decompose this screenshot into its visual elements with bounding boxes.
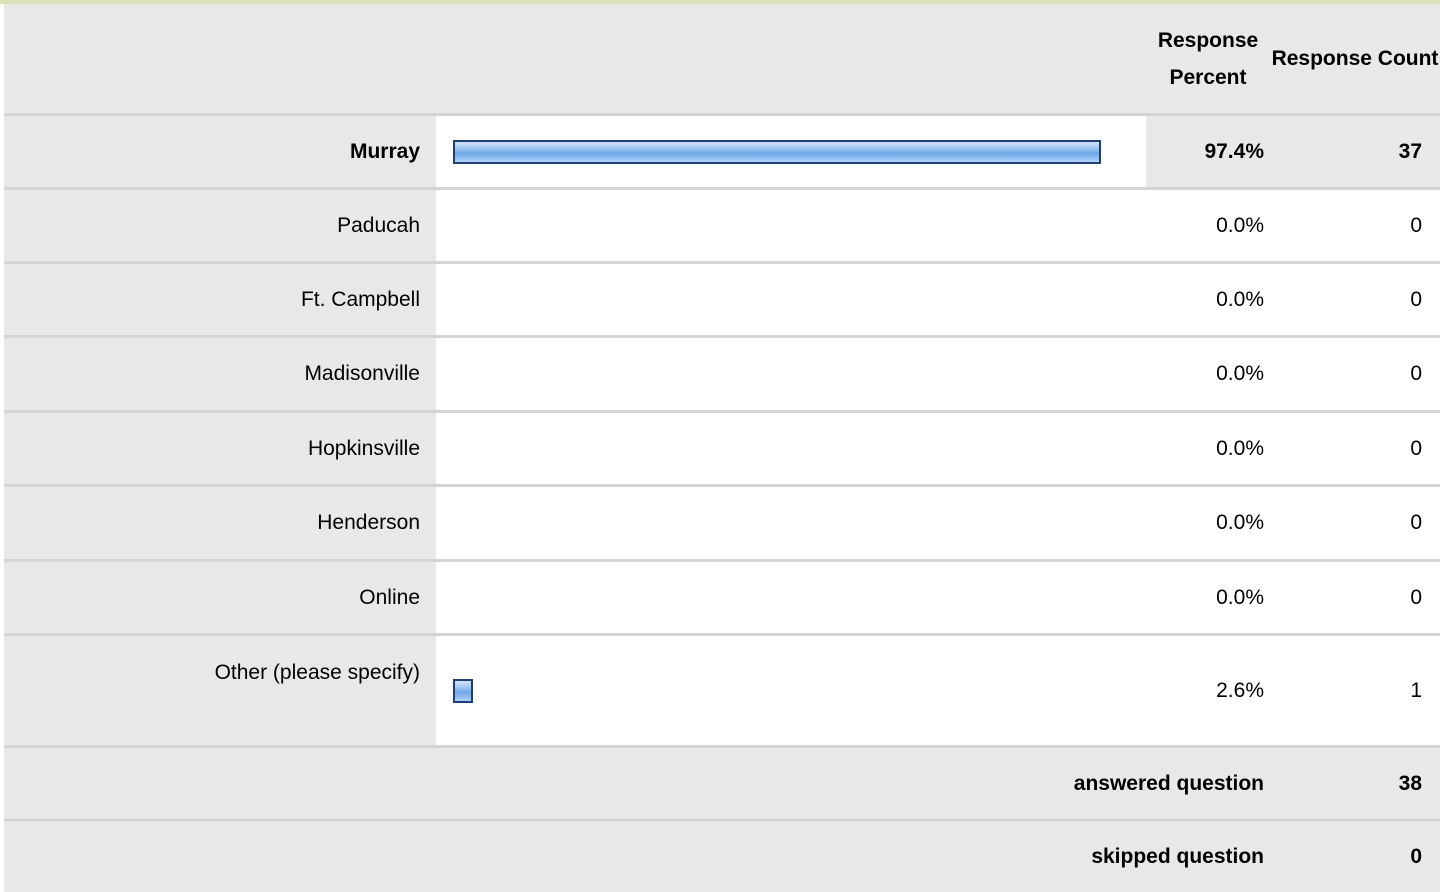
response-bar — [453, 139, 1101, 164]
answered-question-count: 38 — [1398, 771, 1422, 795]
bar-cell — [436, 487, 1146, 559]
table-row: Murray 97.4% 37 — [4, 116, 1440, 187]
row-count: 0 — [1270, 562, 1440, 633]
bar-cell — [436, 264, 1146, 335]
skipped-row: skipped question 0 — [4, 821, 1440, 892]
table-row: Henderson 0.0% 0 — [4, 487, 1440, 559]
row-count: 0 — [1270, 264, 1440, 335]
row-percent: 2.6% — [1146, 636, 1270, 745]
row-percent: 0.0% — [1146, 413, 1270, 484]
row-label: Ft. Campbell — [4, 264, 436, 335]
skipped-question-label: skipped question — [1091, 844, 1264, 868]
header-row: Response Percent Response Count — [4, 4, 1440, 113]
bar-cell — [436, 116, 1146, 187]
answered-question-label: answered question — [1073, 771, 1264, 795]
row-label: Paducah — [4, 190, 436, 261]
table-row: Online 0.0% 0 — [4, 562, 1440, 633]
row-label: Henderson — [4, 487, 436, 559]
table-row: Paducah 0.0% 0 — [4, 190, 1440, 261]
response-bar — [453, 678, 473, 703]
answered-row: answered question 38 — [4, 748, 1440, 819]
row-percent: 0.0% — [1146, 264, 1270, 335]
row-count: 1 — [1270, 636, 1440, 745]
header-response-count: Response Count — [1271, 47, 1439, 70]
row-percent: 0.0% — [1146, 338, 1270, 410]
row-percent: 0.0% — [1146, 190, 1270, 261]
table-row: Other (please specify) 2.6% 1 — [4, 636, 1440, 745]
table-row: Madisonville 0.0% 0 — [4, 338, 1440, 410]
row-percent: 0.0% — [1146, 487, 1270, 559]
table-row: Ft. Campbell 0.0% 0 — [4, 264, 1440, 335]
bar-cell — [436, 190, 1146, 261]
row-label: Madisonville — [4, 338, 436, 410]
row-label: Online — [4, 562, 436, 633]
results-table: Response Percent Response Count Murray 9… — [4, 4, 1440, 892]
bar-cell — [436, 636, 1146, 745]
table-row: Hopkinsville 0.0% 0 — [4, 413, 1440, 484]
bar-cell — [436, 338, 1146, 410]
row-percent: 97.4% — [1204, 139, 1264, 163]
row-label: Hopkinsville — [4, 413, 436, 484]
bar-cell — [436, 562, 1146, 633]
header-response-percent: Response Percent — [1157, 28, 1259, 89]
row-count: 0 — [1270, 487, 1440, 559]
row-percent: 0.0% — [1146, 562, 1270, 633]
row-count: 0 — [1270, 190, 1440, 261]
row-label: Murray — [4, 116, 436, 187]
row-count: 0 — [1270, 338, 1440, 410]
row-count: 0 — [1270, 413, 1440, 484]
skipped-question-count: 0 — [1410, 844, 1422, 868]
row-count: 37 — [1398, 139, 1422, 163]
row-label: Other (please specify) — [4, 636, 436, 745]
bar-cell — [436, 413, 1146, 484]
